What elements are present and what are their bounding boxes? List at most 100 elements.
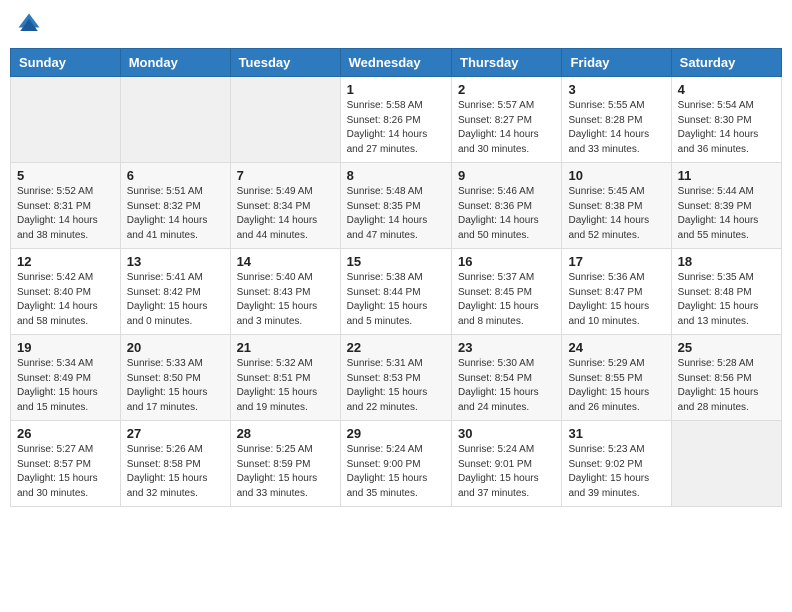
column-header-wednesday: Wednesday xyxy=(340,49,451,77)
day-number: 30 xyxy=(458,426,555,441)
day-info: Sunrise: 5:45 AM Sunset: 8:38 PM Dayligh… xyxy=(568,185,664,243)
calendar-cell: 3 Sunrise: 5:55 AM Sunset: 8:28 PM Daylig… xyxy=(562,77,671,163)
day-info: Sunrise: 5:49 AM Sunset: 8:34 PM Dayligh… xyxy=(237,185,334,243)
calendar-cell: 7 Sunrise: 5:49 AM Sunset: 8:34 PM Daylig… xyxy=(230,163,340,249)
day-info: Sunrise: 5:35 AM Sunset: 8:48 PM Dayligh… xyxy=(678,271,775,329)
day-number: 6 xyxy=(127,168,224,183)
day-number: 21 xyxy=(237,340,334,355)
day-info: Sunrise: 5:28 AM Sunset: 8:56 PM Dayligh… xyxy=(678,357,775,415)
calendar-cell: 14Sunrise: 5:40 AM Sunset: 8:43 PM Dayli… xyxy=(230,249,340,335)
calendar-cell: 6Sunrise: 5:51 AM Sunset: 8:32 PM Daylig… xyxy=(120,163,230,249)
day-info: Sunrise: 5:41 AM Sunset: 8:42 PM Dayligh… xyxy=(127,271,224,329)
day-number: 8 xyxy=(347,168,445,183)
day-number: 15 xyxy=(347,254,445,269)
column-header-thursday: Thursday xyxy=(452,49,562,77)
day-number: 20 xyxy=(127,340,224,355)
calendar-cell: 28 Sunrise: 5:25 AM Sunset: 8:59 PM Dayli… xyxy=(230,421,340,507)
day-number: 5 xyxy=(17,168,114,183)
week-row-1: 1 Sunrise: 5:58 AM Sunset: 8:26 PM Daylig… xyxy=(11,77,782,163)
day-number: 31 xyxy=(568,426,664,441)
day-info: Sunrise: 5:36 AM Sunset: 8:47 PM Dayligh… xyxy=(568,271,664,329)
day-number: 27 xyxy=(127,426,224,441)
day-info: Sunrise: 5:54 AM Sunset: 8:30 PM Dayligh… xyxy=(678,99,775,157)
day-number: 4 xyxy=(678,82,775,97)
day-info: Sunrise: 5:55 AM Sunset: 8:28 PM Dayligh… xyxy=(568,99,664,157)
day-info: Sunrise: 5:23 AM Sunset: 9:02 PM Dayligh… xyxy=(568,443,664,501)
week-row-5: 26 Sunrise: 5:27 AM Sunset: 8:57 PM Dayli… xyxy=(11,421,782,507)
calendar-cell: 30 Sunrise: 5:24 AM Sunset: 9:01 PM Dayli… xyxy=(452,421,562,507)
week-row-4: 19Sunrise: 5:34 AM Sunset: 8:49 PM Dayli… xyxy=(11,335,782,421)
calendar-cell xyxy=(230,77,340,163)
day-info: Sunrise: 5:48 AM Sunset: 8:35 PM Dayligh… xyxy=(347,185,445,243)
day-number: 28 xyxy=(237,426,334,441)
calendar-cell: 23Sunrise: 5:30 AM Sunset: 8:54 PM Dayli… xyxy=(452,335,562,421)
day-info: Sunrise: 5:25 AM Sunset: 8:59 PM Dayligh… xyxy=(237,443,334,501)
day-info: Sunrise: 5:27 AM Sunset: 8:57 PM Dayligh… xyxy=(17,443,114,501)
day-info: Sunrise: 5:24 AM Sunset: 9:01 PM Dayligh… xyxy=(458,443,555,501)
calendar-cell: 10 Sunrise: 5:45 AM Sunset: 8:38 PM Dayli… xyxy=(562,163,671,249)
calendar-cell: 16Sunrise: 5:37 AM Sunset: 8:45 PM Dayli… xyxy=(452,249,562,335)
calendar-cell: 4 Sunrise: 5:54 AM Sunset: 8:30 PM Daylig… xyxy=(671,77,781,163)
calendar-header: SundayMondayTuesdayWednesdayThursdayFrid… xyxy=(11,49,782,77)
day-number: 24 xyxy=(568,340,664,355)
day-number: 7 xyxy=(237,168,334,183)
calendar-cell: 29 Sunrise: 5:24 AM Sunset: 9:00 PM Dayli… xyxy=(340,421,451,507)
day-number: 13 xyxy=(127,254,224,269)
calendar-cell: 20 Sunrise: 5:33 AM Sunset: 8:50 PM Dayli… xyxy=(120,335,230,421)
logo xyxy=(15,10,47,38)
calendar-cell: 26 Sunrise: 5:27 AM Sunset: 8:57 PM Dayli… xyxy=(11,421,121,507)
day-number: 9 xyxy=(458,168,555,183)
day-number: 10 xyxy=(568,168,664,183)
calendar-cell: 18Sunrise: 5:35 AM Sunset: 8:48 PM Dayli… xyxy=(671,249,781,335)
week-row-2: 5 Sunrise: 5:52 AM Sunset: 8:31 PM Daylig… xyxy=(11,163,782,249)
week-row-3: 12Sunrise: 5:42 AM Sunset: 8:40 PM Dayli… xyxy=(11,249,782,335)
day-info: Sunrise: 5:32 AM Sunset: 8:51 PM Dayligh… xyxy=(237,357,334,415)
day-info: Sunrise: 5:31 AM Sunset: 8:53 PM Dayligh… xyxy=(347,357,445,415)
calendar-cell: 24Sunrise: 5:29 AM Sunset: 8:55 PM Dayli… xyxy=(562,335,671,421)
column-header-tuesday: Tuesday xyxy=(230,49,340,77)
calendar-cell: 19Sunrise: 5:34 AM Sunset: 8:49 PM Dayli… xyxy=(11,335,121,421)
calendar-cell xyxy=(120,77,230,163)
day-info: Sunrise: 5:57 AM Sunset: 8:27 PM Dayligh… xyxy=(458,99,555,157)
day-number: 11 xyxy=(678,168,775,183)
day-info: Sunrise: 5:24 AM Sunset: 9:00 PM Dayligh… xyxy=(347,443,445,501)
day-number: 26 xyxy=(17,426,114,441)
day-number: 12 xyxy=(17,254,114,269)
day-info: Sunrise: 5:38 AM Sunset: 8:44 PM Dayligh… xyxy=(347,271,445,329)
day-info: Sunrise: 5:40 AM Sunset: 8:43 PM Dayligh… xyxy=(237,271,334,329)
day-info: Sunrise: 5:58 AM Sunset: 8:26 PM Dayligh… xyxy=(347,99,445,157)
calendar-cell xyxy=(671,421,781,507)
column-header-sunday: Sunday xyxy=(11,49,121,77)
calendar-cell: 9 Sunrise: 5:46 AM Sunset: 8:36 PM Daylig… xyxy=(452,163,562,249)
calendar-cell: 5 Sunrise: 5:52 AM Sunset: 8:31 PM Daylig… xyxy=(11,163,121,249)
logo-icon xyxy=(15,10,43,38)
calendar-cell: 15 Sunrise: 5:38 AM Sunset: 8:44 PM Dayli… xyxy=(340,249,451,335)
day-number: 22 xyxy=(347,340,445,355)
day-number: 1 xyxy=(347,82,445,97)
calendar-cell: 25 Sunrise: 5:28 AM Sunset: 8:56 PM Dayli… xyxy=(671,335,781,421)
column-header-friday: Friday xyxy=(562,49,671,77)
calendar-table: SundayMondayTuesdayWednesdayThursdayFrid… xyxy=(10,48,782,507)
day-info: Sunrise: 5:52 AM Sunset: 8:31 PM Dayligh… xyxy=(17,185,114,243)
day-info: Sunrise: 5:26 AM Sunset: 8:58 PM Dayligh… xyxy=(127,443,224,501)
day-number: 23 xyxy=(458,340,555,355)
day-number: 2 xyxy=(458,82,555,97)
calendar-cell: 2 Sunrise: 5:57 AM Sunset: 8:27 PM Daylig… xyxy=(452,77,562,163)
calendar-cell: 17 Sunrise: 5:36 AM Sunset: 8:47 PM Dayli… xyxy=(562,249,671,335)
calendar-cell: 21 Sunrise: 5:32 AM Sunset: 8:51 PM Dayli… xyxy=(230,335,340,421)
calendar-cell: 1 Sunrise: 5:58 AM Sunset: 8:26 PM Daylig… xyxy=(340,77,451,163)
day-number: 25 xyxy=(678,340,775,355)
calendar-cell xyxy=(11,77,121,163)
calendar-cell: 22 Sunrise: 5:31 AM Sunset: 8:53 PM Dayli… xyxy=(340,335,451,421)
calendar-body: 1 Sunrise: 5:58 AM Sunset: 8:26 PM Daylig… xyxy=(11,77,782,507)
day-number: 29 xyxy=(347,426,445,441)
calendar-cell: 11Sunrise: 5:44 AM Sunset: 8:39 PM Dayli… xyxy=(671,163,781,249)
day-info: Sunrise: 5:46 AM Sunset: 8:36 PM Dayligh… xyxy=(458,185,555,243)
day-number: 3 xyxy=(568,82,664,97)
calendar-cell: 13 Sunrise: 5:41 AM Sunset: 8:42 PM Dayli… xyxy=(120,249,230,335)
day-info: Sunrise: 5:33 AM Sunset: 8:50 PM Dayligh… xyxy=(127,357,224,415)
day-info: Sunrise: 5:34 AM Sunset: 8:49 PM Dayligh… xyxy=(17,357,114,415)
day-number: 17 xyxy=(568,254,664,269)
day-number: 16 xyxy=(458,254,555,269)
column-header-saturday: Saturday xyxy=(671,49,781,77)
